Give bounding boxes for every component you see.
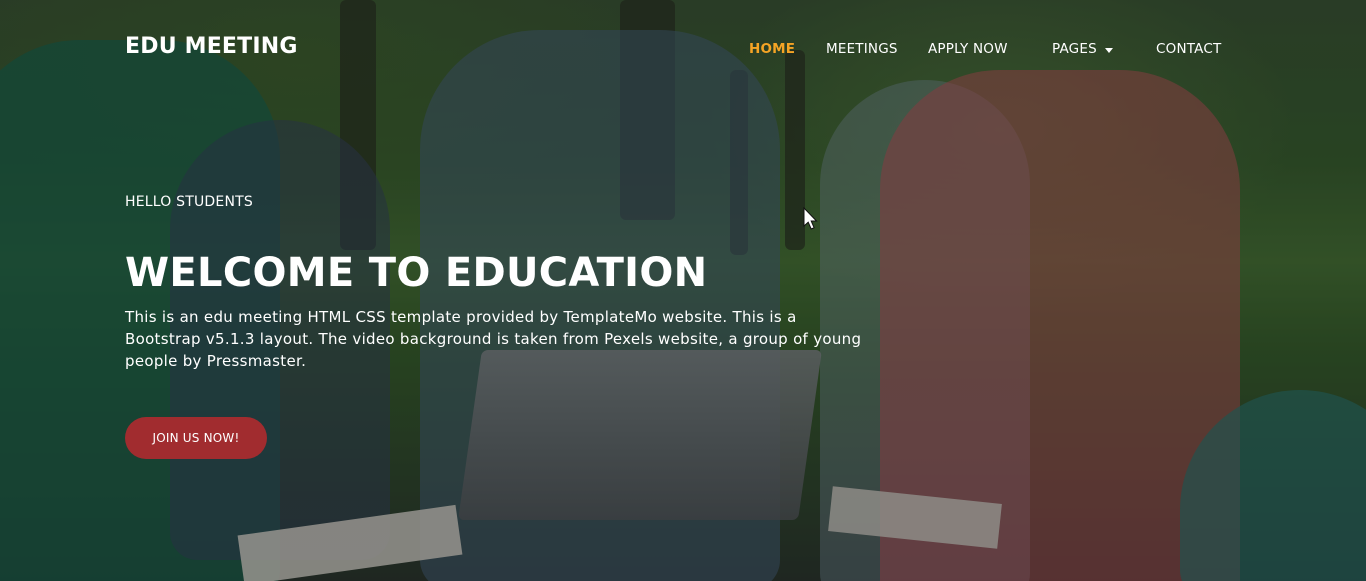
hero-kicker: HELLO STUDENTS [125,194,253,210]
mouse-pointer-icon [803,207,818,230]
nav-meetings-link[interactable]: MEETINGS [826,41,928,57]
hero-section: EDU MEETING HOME MEETINGS APPLY NOW PAGE… [0,0,1366,581]
site-logo[interactable]: EDU MEETING [125,34,298,59]
nav-apply-now-link[interactable]: APPLY NOW [928,41,1052,57]
nav-pages-label: PAGES [1052,41,1097,57]
hero-description: This is an edu meeting HTML CSS template… [125,308,862,370]
caret-down-icon [1104,47,1113,53]
nav-contact-link[interactable]: CONTACT [1156,41,1221,57]
join-us-button[interactable]: JOIN US NOW! [125,417,267,459]
header: EDU MEETING HOME MEETINGS APPLY NOW PAGE… [0,0,1366,100]
nav-home-link[interactable]: HOME [749,41,826,57]
main-nav: HOME MEETINGS APPLY NOW PAGES CONTACT [749,41,1221,57]
hero-content: HELLO STUDENTS WELCOME TO EDUCATION This… [125,194,885,372]
nav-pages-dropdown[interactable]: PAGES [1052,41,1156,57]
hero-title: WELCOME TO EDUCATION [125,250,708,296]
